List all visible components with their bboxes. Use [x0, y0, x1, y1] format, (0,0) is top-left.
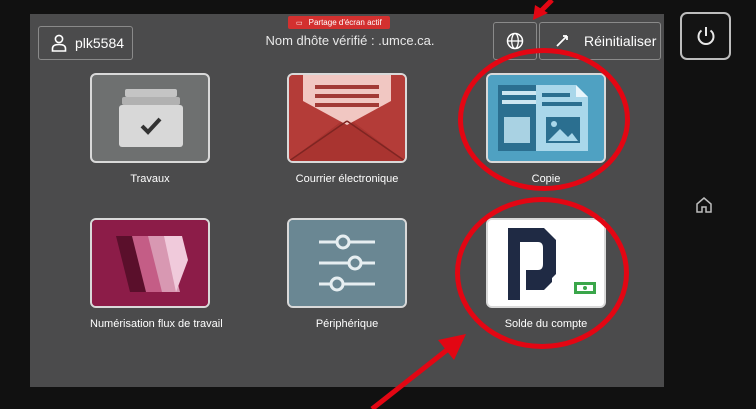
- annotation-arrows: [370, 0, 554, 409]
